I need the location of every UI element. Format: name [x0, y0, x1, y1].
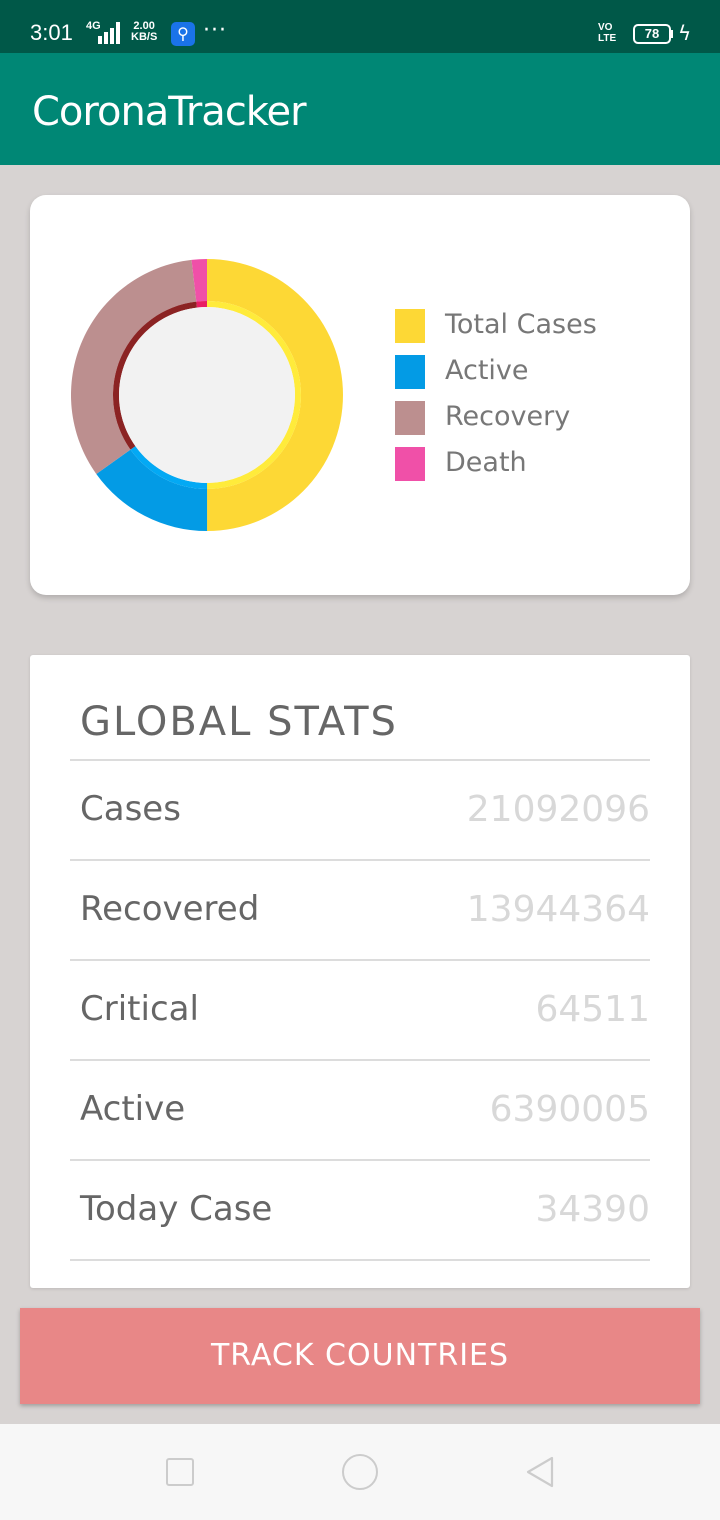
speed-unit: KB/S — [131, 31, 158, 43]
legend-swatch — [395, 355, 425, 389]
network-speed: 2.00 KB/S — [131, 21, 157, 43]
battery-icon: 78 — [633, 24, 671, 44]
stat-label: Active — [80, 1089, 186, 1129]
square-icon[interactable] — [166, 1458, 194, 1486]
battery-tip — [670, 30, 673, 38]
global-stats-card: GLOBAL STATS Cases 21092096 Recovered 13… — [30, 655, 690, 1288]
track-countries-button[interactable]: TRACK COUNTRIES — [20, 1308, 700, 1404]
stat-value: 13944364 — [466, 889, 650, 930]
stat-value: 34390 — [535, 1189, 650, 1230]
stat-label: Cases — [80, 789, 181, 829]
stat-value: 6390005 — [489, 1089, 650, 1130]
legend-label: Death — [445, 447, 527, 478]
legend-label: Total Cases — [445, 309, 597, 340]
stat-row-recovered: Recovered 13944364 — [70, 861, 650, 961]
row-divider — [70, 1259, 650, 1261]
navigation-bar — [0, 1424, 720, 1520]
legend-swatch — [395, 447, 425, 481]
volte-bottom: LTE — [598, 33, 617, 44]
stat-row-cases: Cases 21092096 — [70, 761, 650, 861]
stat-row-critical: Critical 64511 — [70, 961, 650, 1061]
volte-top: VO — [598, 22, 613, 33]
donut-inner-ring-death — [196, 301, 207, 308]
app-title: CoronaTracker — [32, 89, 307, 135]
chart-card: Total Cases Active Recovery Death — [30, 195, 690, 595]
stat-label: Critical — [80, 989, 199, 1029]
legend-swatch — [395, 309, 425, 343]
signal-icon — [98, 22, 126, 44]
stat-value: 64511 — [535, 989, 650, 1030]
bolt-icon: ϟ — [678, 21, 692, 45]
stat-row-active: Active 6390005 — [70, 1061, 650, 1161]
status-time: 3:01 — [30, 20, 73, 45]
stat-value: 21092096 — [466, 789, 650, 830]
circle-icon[interactable] — [342, 1454, 378, 1490]
stat-row-today-case: Today Case 34390 — [70, 1161, 650, 1261]
stats-title: GLOBAL STATS — [80, 699, 398, 745]
usb-icon: ⚲ — [171, 22, 195, 46]
donut-chart — [70, 259, 343, 531]
overflow-dots: ··· — [203, 18, 227, 43]
volte-indicator: VO LTE — [598, 22, 616, 44]
legend-swatch — [395, 401, 425, 435]
app-bar: CoronaTracker — [0, 53, 720, 165]
stat-label: Today Case — [80, 1189, 273, 1229]
legend-label: Active — [445, 355, 529, 386]
donut-hole — [119, 307, 295, 483]
legend-label: Recovery — [445, 401, 571, 432]
status-bar: 3:01 4G 2.00 KB/S ⚲ ··· VO LTE 78 ϟ — [0, 0, 720, 53]
triangle-back-icon[interactable] — [522, 1454, 558, 1490]
stat-label: Recovered — [80, 889, 260, 929]
